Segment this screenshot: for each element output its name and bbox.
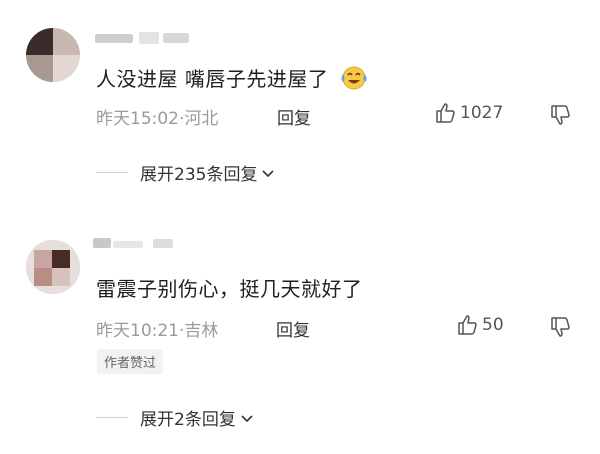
chevron-down-icon: [262, 169, 275, 177]
divider-line: [96, 417, 128, 418]
avatar[interactable]: [26, 28, 80, 82]
like-count: 50: [482, 315, 504, 335]
expand-replies-button[interactable]: 展开235条回复: [96, 160, 276, 185]
comment-text: 雷震子别伤心，挺几天就好了: [96, 277, 363, 301]
thumbs-up-icon: [436, 103, 455, 123]
dislike-button[interactable]: [549, 104, 571, 130]
expand-replies-label: 展开2条回复: [140, 410, 236, 430]
author-liked-badge: 作者赞过: [97, 349, 164, 374]
laughing-crying-emoji-icon: [339, 65, 369, 96]
dislike-button[interactable]: [549, 316, 571, 342]
avatar[interactable]: [26, 240, 80, 294]
expand-replies-button[interactable]: 展开2条回复: [96, 405, 255, 430]
comment-text-content: 人没进屋 嘴唇子先进屋了: [96, 67, 329, 91]
expand-replies-label: 展开235条回复: [140, 165, 258, 185]
divider-line: [96, 172, 128, 173]
thumbs-up-icon: [458, 315, 477, 335]
comment-timestamp-location: 昨天15:02·河北: [96, 109, 219, 129]
thumbs-down-icon: [551, 105, 570, 125]
like-button[interactable]: 1027: [434, 102, 503, 124]
comment-text: 人没进屋 嘴唇子先进屋了: [96, 63, 369, 96]
like-button[interactable]: 50: [456, 314, 504, 336]
thumbs-down-icon: [551, 317, 570, 337]
like-count: 1027: [460, 103, 504, 123]
reply-button[interactable]: 回复: [276, 316, 310, 341]
reply-button[interactable]: 回复: [277, 104, 311, 129]
chevron-down-icon: [241, 414, 253, 422]
comment-timestamp-location: 昨天10:21·吉林: [96, 321, 219, 341]
